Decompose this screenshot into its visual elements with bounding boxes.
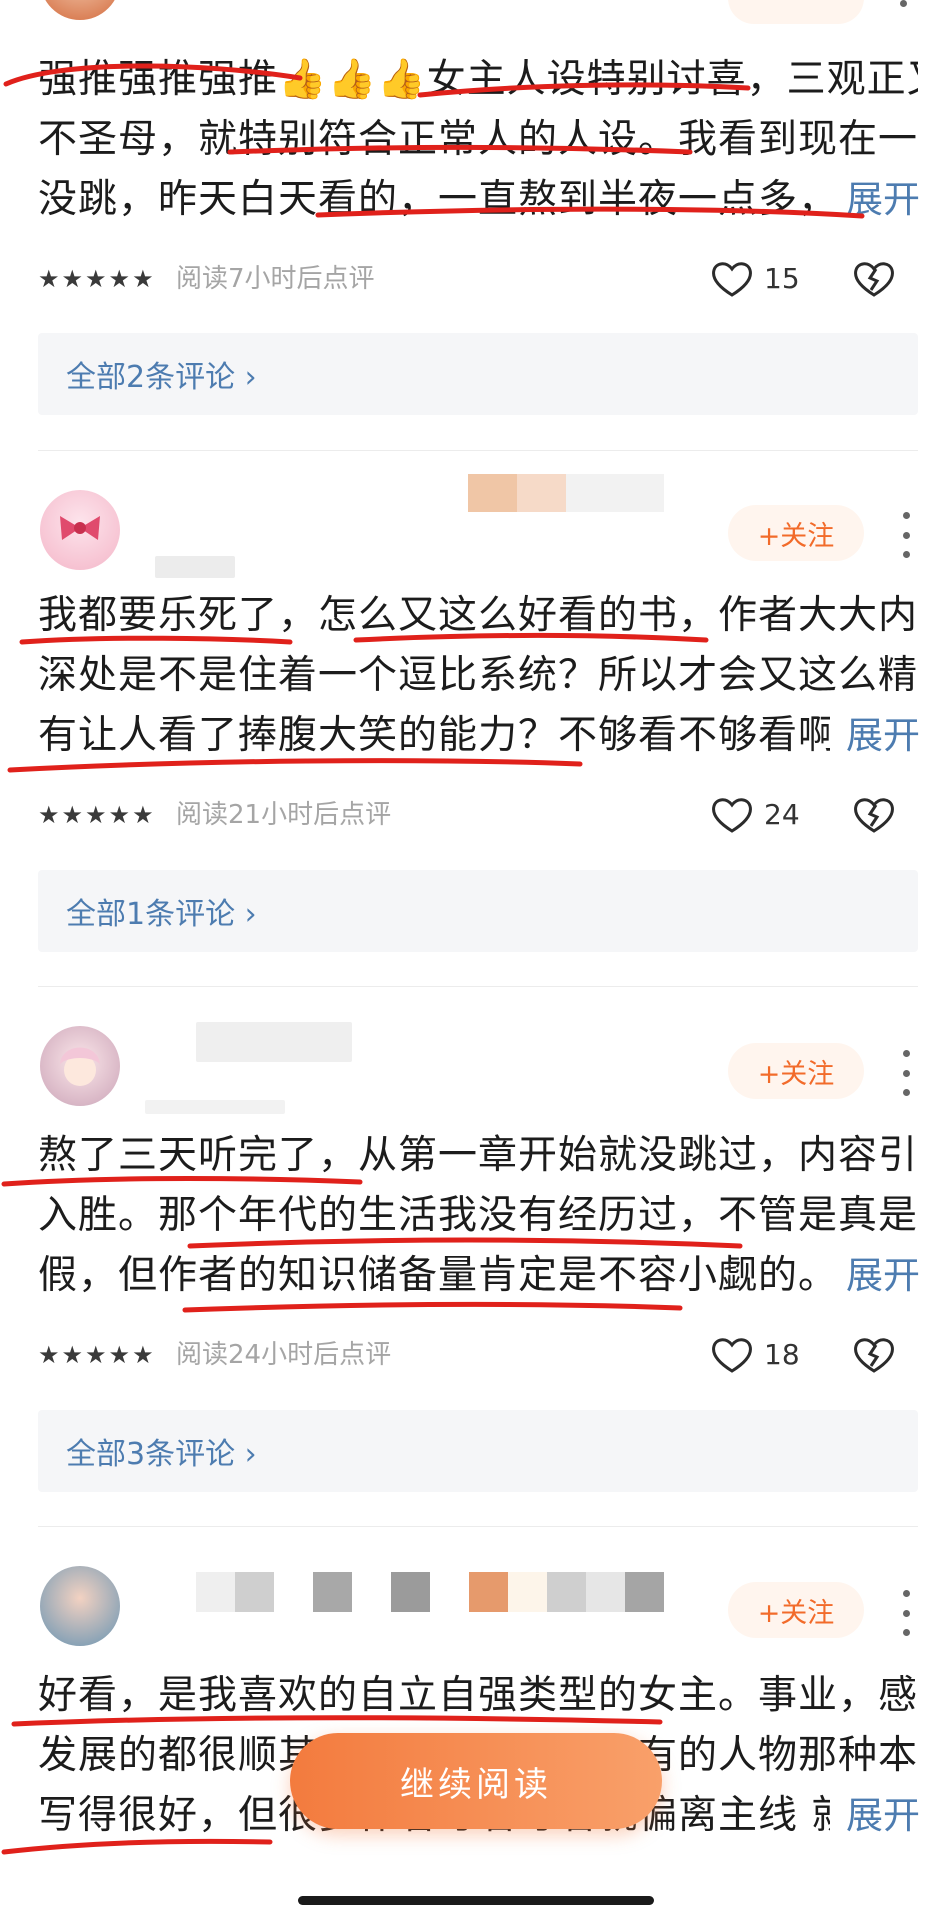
all-replies-button[interactable]: 全部2条评论 › [38,333,918,415]
more-icon[interactable] [896,1050,916,1096]
home-indicator [298,1896,654,1905]
more-icon[interactable] [896,512,916,558]
all-replies-label: 全部2条评论 › [66,360,257,395]
all-replies-label: 全部3条评论 › [66,1437,257,1472]
avatar[interactable] [40,1566,120,1646]
avatar[interactable] [40,0,120,20]
follow-button[interactable]: +关注 [728,1043,864,1099]
highlight-annotation [1,1176,743,1313]
like-count: 18 [764,1338,800,1371]
rating-stars-faded [38,1876,678,1890]
username-mosaic [196,1572,664,1612]
dislike-icon[interactable] [852,259,896,299]
rating-stars: ★★★★★ [38,801,156,829]
all-replies-button[interactable]: 全部1条评论 › [38,870,918,952]
like-count: 24 [764,798,800,831]
like-icon[interactable] [710,795,754,835]
username-mosaic [468,474,664,512]
continue-reading-button[interactable]: 继续阅读 [290,1733,662,1829]
more-icon[interactable] [900,0,910,14]
like-icon[interactable] [710,259,754,299]
dislike-icon[interactable] [852,1335,896,1375]
follow-button[interactable] [728,0,864,24]
follow-button[interactable]: +关注 [728,1582,864,1638]
divider [38,1526,918,1527]
dislike-icon[interactable] [852,795,896,835]
all-replies-button[interactable]: 全部3条评论 › [38,1410,918,1492]
user-meta-mosaic [145,1100,285,1114]
divider [38,450,918,451]
rating-stars: ★★★★★ [38,1341,156,1369]
character-icon [60,1047,100,1086]
highlight-annotation [7,633,709,773]
divider [38,986,918,987]
avatar[interactable] [40,490,120,570]
highlight-annotation [3,63,865,219]
follow-button[interactable]: +关注 [728,505,864,561]
more-icon[interactable] [896,1590,916,1636]
read-time: 阅读21小时后点评 [176,800,392,830]
all-replies-label: 全部1条评论 › [66,897,257,932]
user-meta-mosaic [155,556,235,578]
like-icon[interactable] [710,1335,754,1375]
read-time: 阅读24小时后点评 [176,1340,392,1370]
avatar[interactable] [40,1026,120,1106]
username-mosaic [196,1022,352,1062]
like-count: 15 [764,262,800,295]
rating-stars: ★★★★★ [38,265,156,293]
bow-icon [60,516,100,540]
read-time: 阅读7小时后点评 [176,264,375,294]
